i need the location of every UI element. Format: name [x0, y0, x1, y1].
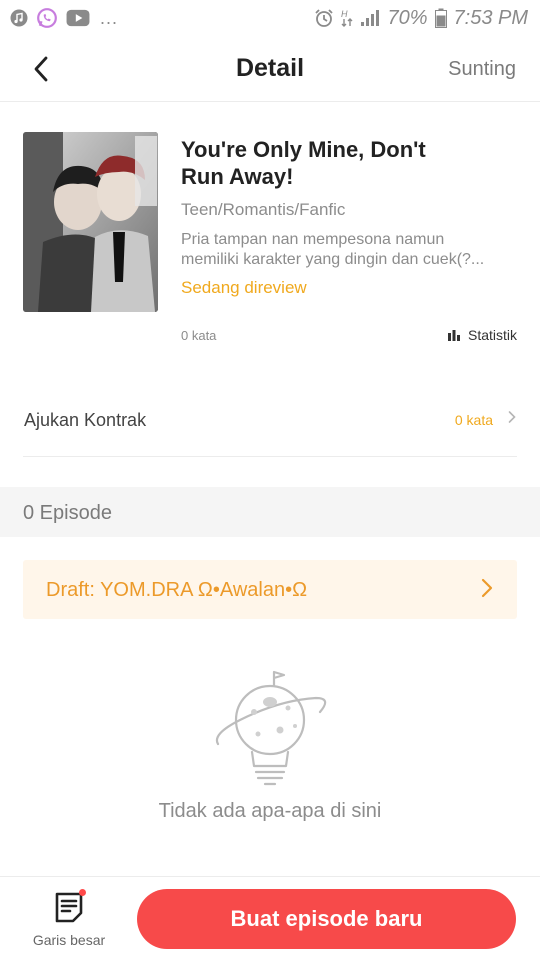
- chevron-right-icon: [481, 578, 493, 598]
- notification-overflow: ...: [100, 8, 119, 28]
- create-new-episode-button[interactable]: Buat episode baru: [137, 889, 516, 949]
- outline-label: Garis besar: [32, 932, 106, 948]
- bottom-action-bar: Garis besar Buat episode baru: [0, 876, 540, 960]
- book-title: You're Only Mine, Don't Run Away!: [181, 136, 481, 190]
- bar-chart-icon: [447, 329, 460, 341]
- clock: 7:53 PM: [453, 6, 528, 29]
- book-description-line-2: memiliki karakter yang dingin dan cuek(?…: [181, 251, 485, 268]
- book-genre: Teen/Romantis/Fanfic: [181, 200, 346, 219]
- alarm-icon: [315, 9, 334, 27]
- empty-state-bulb-planet-icon: [215, 670, 327, 786]
- status-bar: ... H 70% 7:53 PM: [0, 0, 540, 36]
- document-list-icon: [55, 892, 83, 923]
- music-note-icon: [10, 9, 28, 27]
- edit-button[interactable]: Sunting: [448, 58, 516, 81]
- signal-icon: [361, 10, 380, 26]
- word-count: 0 kata: [181, 328, 217, 343]
- book-description: Pria tampan nan mempesona namun memiliki…: [181, 230, 519, 270]
- submit-contract-label: Ajukan Kontrak: [24, 410, 147, 430]
- youtube-icon: [66, 9, 90, 27]
- outline-button[interactable]: Garis besar: [26, 889, 112, 951]
- battery-percent: 70%: [387, 6, 428, 29]
- book-cover-image[interactable]: [23, 132, 158, 312]
- book-description-line-1: Pria tampan nan mempesona namun: [181, 231, 445, 248]
- notification-dot: [79, 889, 86, 896]
- episode-count: 0 Episode: [23, 502, 112, 524]
- data-transfer-icon: H: [341, 9, 353, 27]
- chevron-right-icon: [508, 411, 516, 423]
- book-title-line-2: Run Away!: [181, 164, 294, 189]
- status-bar-left: ...: [10, 7, 118, 29]
- statistics-link[interactable]: Statistik: [447, 327, 517, 343]
- statistics-label: Statistik: [467, 327, 517, 343]
- nav-bar: Detail Sunting: [0, 36, 540, 102]
- submit-contract-row[interactable]: Ajukan Kontrak 0 kata: [23, 384, 517, 457]
- cover-photo: [23, 132, 158, 312]
- book-title-line-1: You're Only Mine, Don't: [181, 137, 426, 162]
- battery-icon: [434, 8, 447, 28]
- whatsapp-icon: [37, 8, 57, 28]
- episode-section-header: 0 Episode: [0, 487, 540, 537]
- contract-word-count: 0 kata: [454, 412, 493, 428]
- empty-state-text: Tidak ada apa-apa di sini: [158, 800, 382, 822]
- draft-row[interactable]: Draft: YOM.DRA Ω•Awalan•Ω: [23, 560, 517, 619]
- review-status-badge: Sedang direview: [181, 278, 307, 297]
- svg-text:H: H: [341, 9, 348, 19]
- status-bar-right: H 70% 7:53 PM: [314, 7, 528, 30]
- draft-label: Draft: YOM.DRA Ω•Awalan•Ω: [46, 579, 308, 601]
